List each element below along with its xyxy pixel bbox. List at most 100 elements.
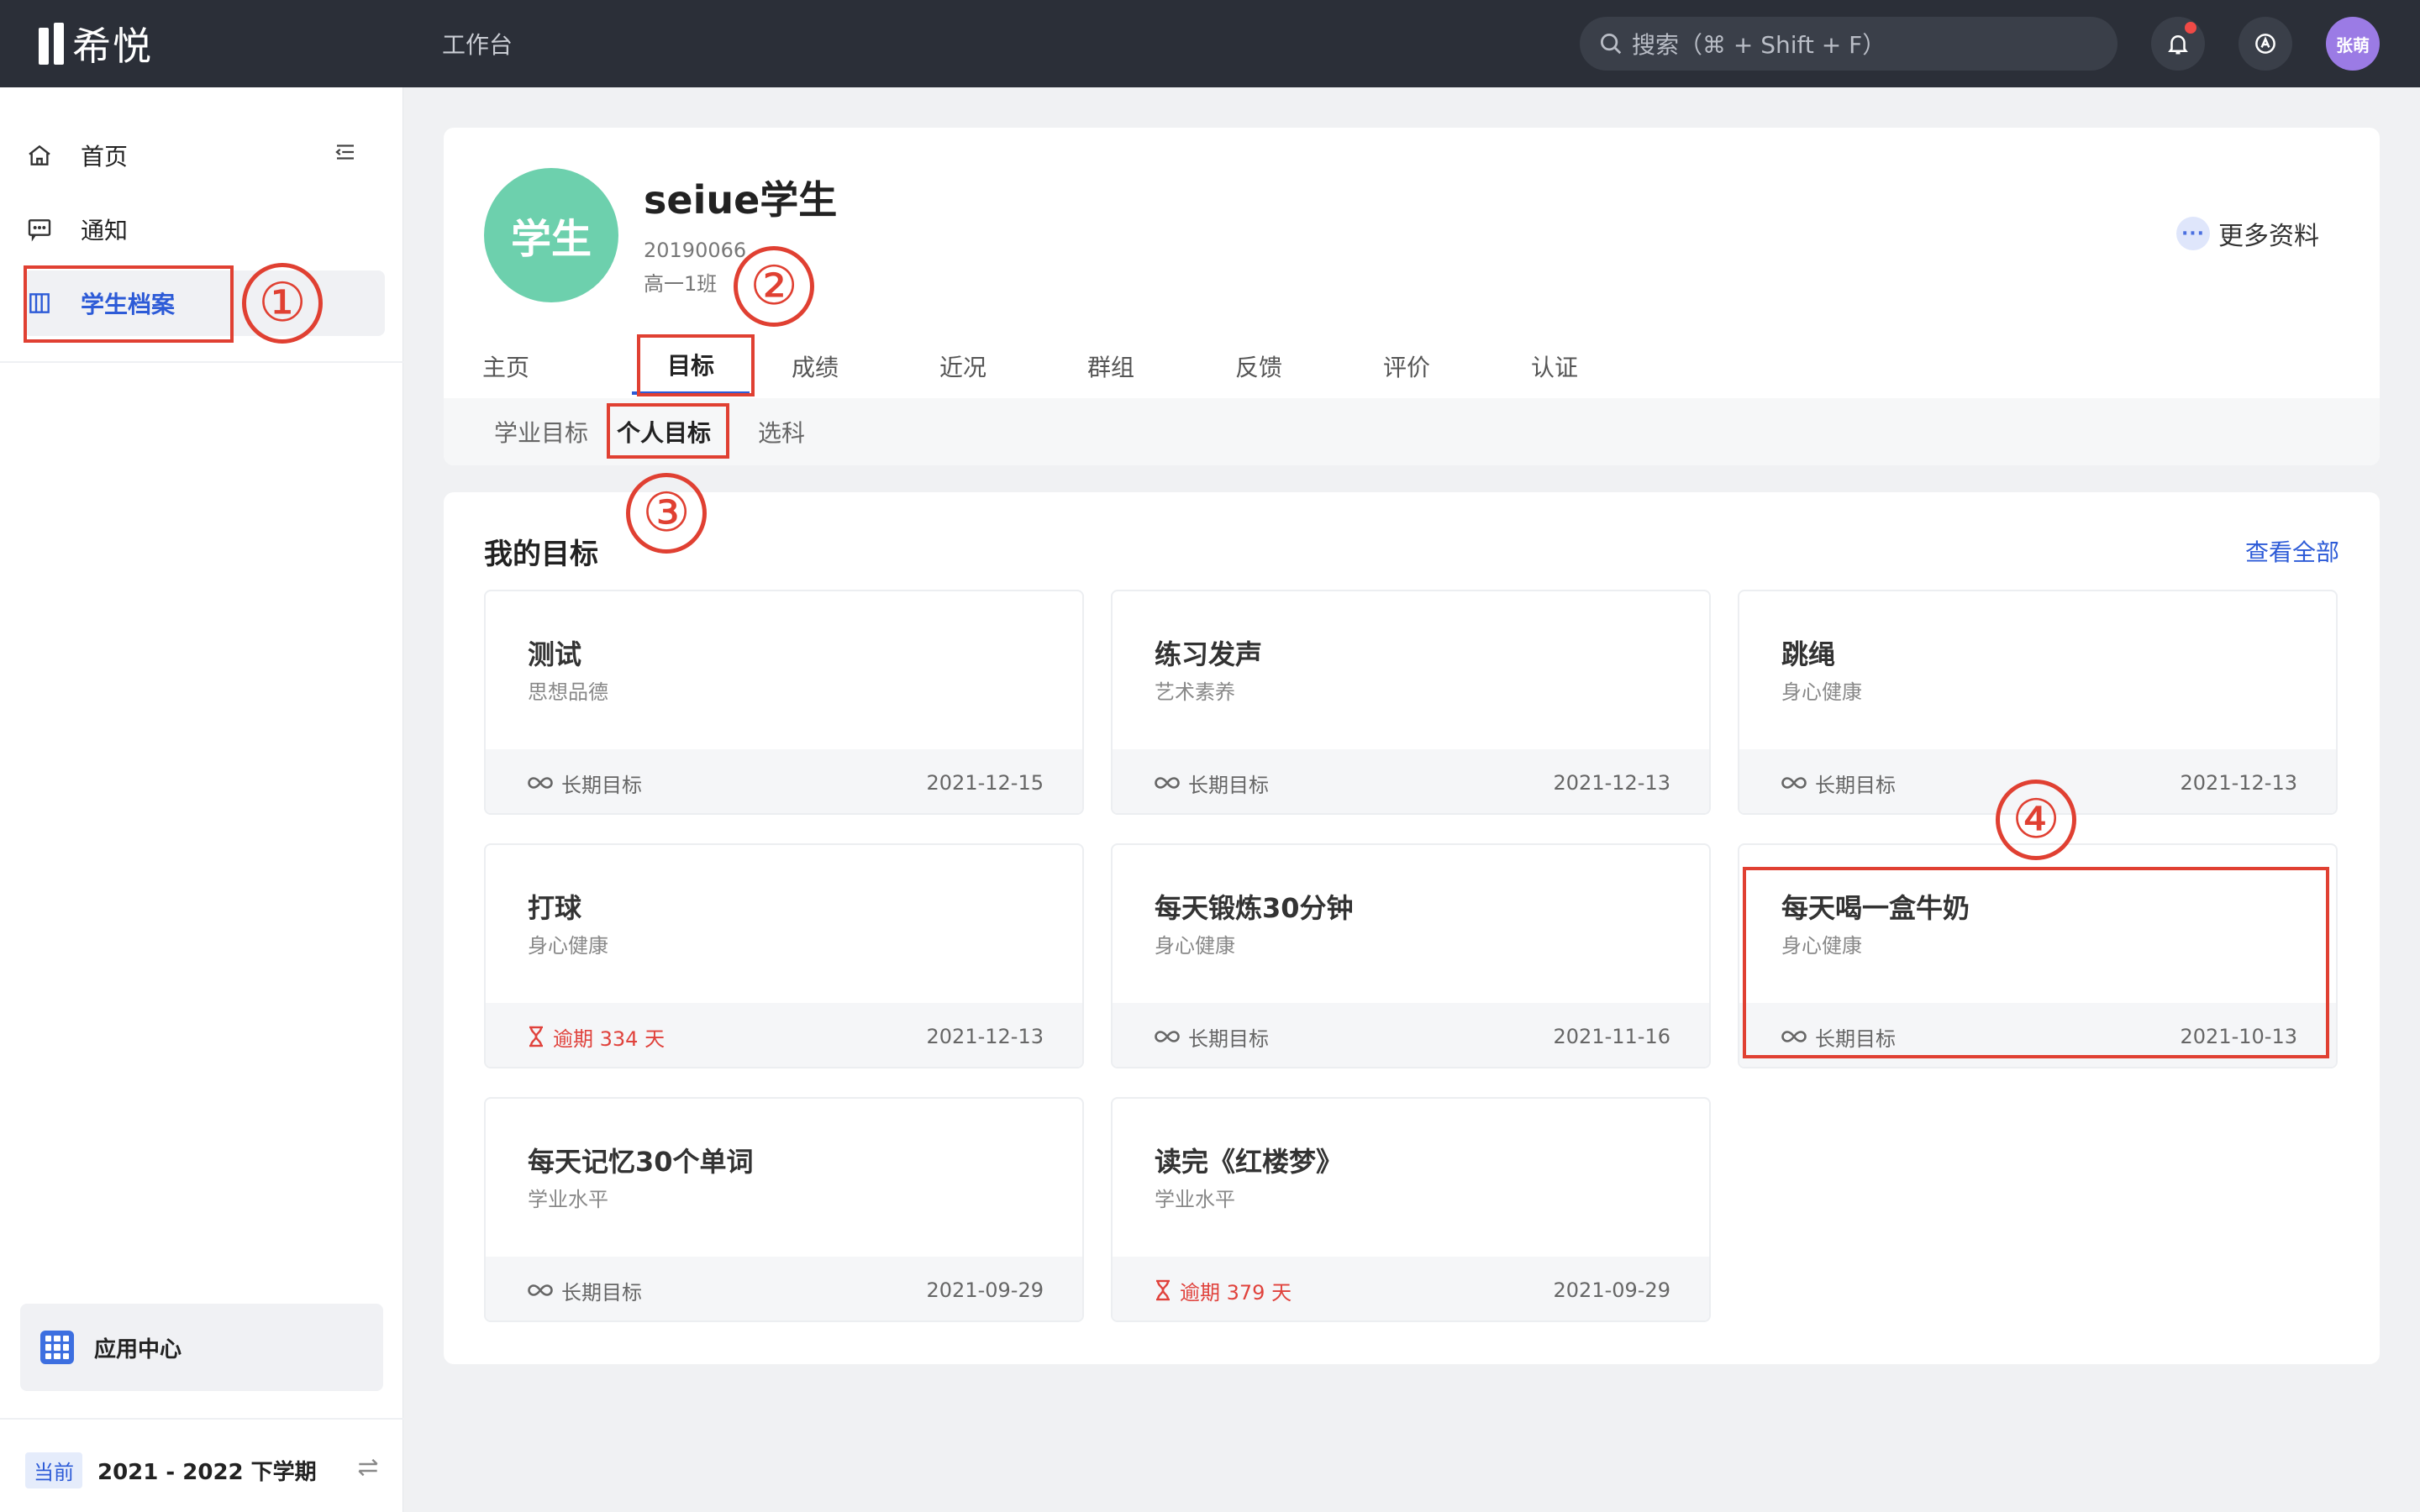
goal-date: 2021-09-29 [1553,1278,1670,1302]
swap-icon[interactable] [355,1454,381,1487]
sidebar-item-notice[interactable]: 通知 [24,197,385,262]
hourglass-icon [1155,1279,1171,1301]
top-bar: 希悦 工作台 搜索（⌘ + Shift + F） 张萌 [0,0,2420,87]
logo-icon [39,23,64,65]
goal-status-label: 长期目标 [561,773,642,797]
goal-name: 每天记忆30个单词 [528,1146,754,1178]
annotation-number-4: ④ [1996,780,2076,860]
app-center-button[interactable]: 应用中心 [20,1304,383,1391]
sidebar-item-label: 通知 [81,217,129,244]
annotation-box-4 [1743,867,2329,1058]
student-id: 20190066 [644,239,747,262]
tab-certification[interactable]: 认证 [1528,338,1581,395]
goal-footer: 长期目标 2021-12-13 [1113,749,1709,813]
goal-date: 2021-12-13 [926,1025,1044,1048]
infinity-icon [1155,1029,1180,1044]
goal-status-label: 长期目标 [561,1280,642,1305]
term-selector[interactable]: 当前 2021 - 2022 下学期 [25,1445,381,1495]
goal-card[interactable]: 读完《红楼梦》 学业水平 逾期 379 天 2021-09-29 [1111,1097,1711,1322]
notification-button[interactable] [2151,17,2205,71]
notification-dot [2185,22,2196,34]
goal-status: 长期目标 [1155,1003,1269,1067]
more-icon: ··· [2176,217,2210,250]
workbench-link[interactable]: 工作台 [442,27,513,60]
goal-category: 艺术素养 [1155,680,1235,704]
annotation-box-3 [607,403,729,459]
term-badge: 当前 [25,1452,82,1488]
goal-card[interactable]: 每天记忆30个单词 学业水平 长期目标 2021-09-29 [484,1097,1084,1322]
annotation-number-3: ③ [626,473,707,554]
goal-card[interactable]: 打球身心健康逾期 334 天 2021-12-13 [484,843,1084,1068]
goal-name: 打球 [528,892,582,924]
goal-footer: 长期目标 2021-09-29 [486,1257,1082,1320]
subtab-academic-goals[interactable]: 学业目标 [494,398,588,465]
infinity-icon [1155,775,1180,790]
goal-name: 每天锻炼30分钟 [1155,892,1354,924]
infinity-icon [528,1283,553,1298]
annotation-number-2: ② [734,246,814,327]
search-placeholder: 搜索（⌘ + Shift + F） [1632,31,1886,59]
goal-category: 身心健康 [528,934,608,958]
view-all-link[interactable]: 查看全部 [2245,534,2339,568]
collapse-sidebar-button[interactable] [333,139,358,168]
goal-status-label: 逾期 334 天 [553,1026,666,1051]
goal-category: 学业水平 [1155,1188,1235,1211]
goal-footer: 逾期 379 天 2021-09-29 [1113,1257,1709,1320]
goal-status-label: 长期目标 [1188,773,1269,797]
goal-status: 长期目标 [1781,749,1896,813]
more-info-label: 更多资料 [2218,222,2319,251]
subtab-subject-selection[interactable]: 选科 [758,398,805,465]
goal-name: 练习发声 [1155,638,1263,670]
message-icon [24,216,55,243]
annotation-box-2 [637,334,755,396]
goal-status-label: 逾期 379 天 [1180,1280,1292,1305]
goal-footer: 长期目标 2021-12-15 [486,749,1082,813]
tab-evaluation[interactable]: 评价 [1380,338,1434,395]
sidebar-item-home[interactable]: 首页 [24,123,385,188]
annotation-box-1 [24,265,234,343]
search-input[interactable]: 搜索（⌘ + Shift + F） [1580,17,2118,71]
goal-category: 思想品德 [528,680,608,704]
more-info-button[interactable]: ··· 更多资料 [2176,215,2319,252]
infinity-icon [1781,775,1807,790]
search-icon [1601,34,1622,55]
goal-date: 2021-09-29 [926,1278,1044,1302]
annotation-number-1: ① [242,263,323,344]
goal-name: 测试 [528,638,582,670]
bell-icon [2168,35,2188,55]
goal-status: 长期目标 [528,1257,642,1320]
goal-status: 逾期 334 天 [528,1003,666,1067]
tab-home[interactable]: 主页 [479,338,533,395]
collapse-icon [335,144,354,160]
app-logo[interactable]: 希悦 [39,22,153,69]
goal-date: 2021-12-13 [1553,771,1670,795]
tab-grades[interactable]: 成绩 [788,338,842,395]
home-icon [24,142,55,169]
term-label: 2021 - 2022 下学期 [97,1459,317,1485]
goal-footer: 长期目标 2021-11-16 [1113,1003,1709,1067]
student-name: seiue学生 [644,177,838,223]
user-avatar[interactable]: 张萌 [2326,17,2380,71]
goals-title: 我的目标 [484,538,598,571]
goal-date: 2021-11-16 [1553,1025,1670,1048]
tab-feedback[interactable]: 反馈 [1232,338,1286,395]
goal-card[interactable]: 练习发声艺术素养长期目标 2021-12-13 [1111,590,1711,815]
goal-status: 长期目标 [1155,749,1269,813]
goal-card[interactable]: 测试思想品德长期目标 2021-12-15 [484,590,1084,815]
goal-name: 跳绳 [1781,638,1836,670]
goal-date: 2021-12-15 [926,771,1044,795]
goal-footer: 逾期 334 天 2021-12-13 [486,1003,1082,1067]
settings-button[interactable] [2238,17,2292,71]
goal-date: 2021-12-13 [2180,771,2297,795]
goal-status: 逾期 379 天 [1155,1257,1292,1320]
tab-groups[interactable]: 群组 [1084,338,1138,395]
student-avatar: 学生 [484,168,618,302]
app-grid-icon [40,1331,74,1364]
goal-category: 身心健康 [1781,680,1862,704]
goal-status: 长期目标 [528,749,642,813]
sidebar-divider [0,1418,403,1420]
goal-status-label: 长期目标 [1188,1026,1269,1051]
goal-card[interactable]: 每天锻炼30分钟 身心健康 长期目标 2021-11-16 [1111,843,1711,1068]
infinity-icon [528,775,553,790]
tab-updates[interactable]: 近况 [936,338,990,395]
